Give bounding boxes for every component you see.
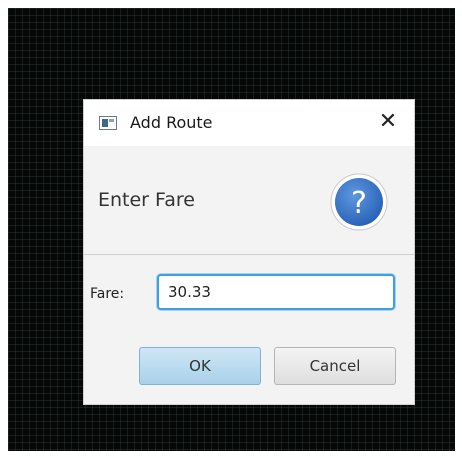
desktop-background: Add Route ✕ Enter Fare ? Fare: 30.33 OK … xyxy=(8,8,455,451)
cancel-button[interactable]: Cancel xyxy=(274,347,396,385)
dialog-content: Fare: OK Cancel xyxy=(84,255,414,404)
close-icon: ✕ xyxy=(378,109,398,134)
header-text: Enter Fare xyxy=(98,189,195,211)
fare-label: Fare: xyxy=(90,286,125,302)
help-question-icon: ? xyxy=(330,173,388,231)
dialog-header: Enter Fare ? xyxy=(84,146,414,255)
fare-input[interactable] xyxy=(157,274,395,310)
app-window-icon xyxy=(99,116,117,130)
add-route-dialog: Add Route ✕ Enter Fare ? Fare: 30.33 OK … xyxy=(84,100,414,404)
dialog-titlebar: Add Route ✕ xyxy=(84,100,414,146)
svg-text:?: ? xyxy=(351,186,367,221)
close-button[interactable]: ✕ xyxy=(376,109,400,135)
ok-button[interactable]: OK xyxy=(139,347,261,385)
dialog-title: Add Route xyxy=(130,113,213,132)
